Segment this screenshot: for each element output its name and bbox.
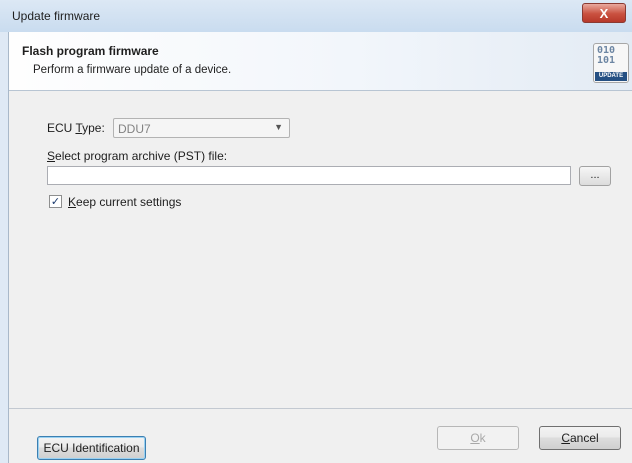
ecu-type-value: DDU7 — [118, 122, 151, 136]
cancel-button[interactable]: Cancel — [539, 426, 621, 450]
ecu-type-label: ECU Type: — [47, 121, 105, 135]
update-icon-bits: 010 101 — [597, 45, 616, 66]
update-icon: 010 101 UPDATE — [593, 43, 629, 83]
dropdown-arrow-icon: ▼ — [274, 122, 283, 132]
close-button[interactable]: X — [582, 3, 626, 23]
dialog-body: Flash program firmware Perform a firmwar… — [8, 32, 632, 463]
browse-button[interactable]: ... — [579, 166, 611, 186]
update-icon-label: UPDATE — [595, 72, 627, 81]
checkmark-icon: ✓ — [50, 196, 61, 208]
keep-settings-checkbox[interactable]: ✓ — [49, 195, 62, 208]
footer-separator — [9, 408, 632, 409]
archive-label: Select program archive (PST) file: — [47, 149, 228, 163]
title-bar: Update firmware X — [0, 0, 632, 32]
close-icon: X — [599, 6, 609, 21]
header-panel: Flash program firmware Perform a firmwar… — [9, 32, 632, 91]
keep-settings-label[interactable]: Keep current settings — [68, 195, 181, 209]
header-subtitle: Perform a firmware update of a device. — [33, 64, 232, 76]
ecu-type-select[interactable]: DDU7 ▼ — [113, 118, 290, 138]
archive-path-input[interactable] — [47, 166, 571, 185]
ok-button[interactable]: Ok — [437, 426, 519, 450]
ecu-identification-button[interactable]: ECU Identification — [37, 436, 146, 460]
window-title: Update firmware — [12, 9, 101, 23]
header-title: Flash program firmware — [22, 44, 159, 58]
